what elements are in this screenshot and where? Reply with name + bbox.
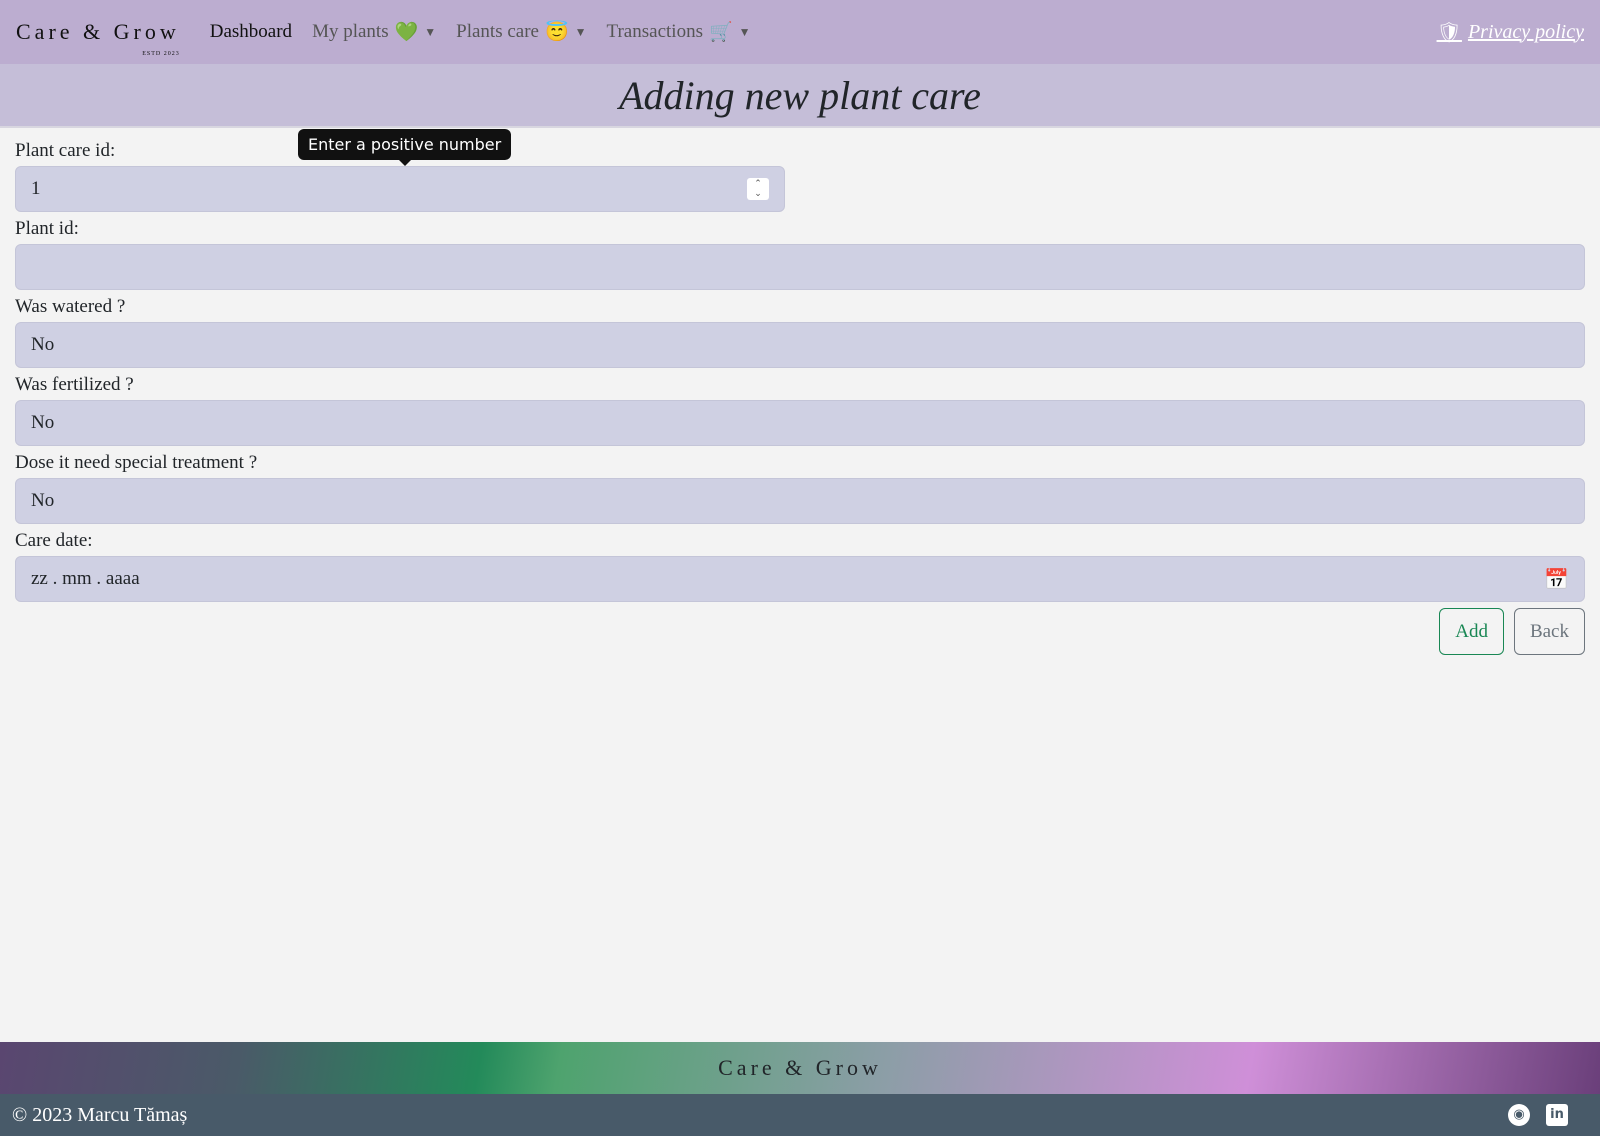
special-treatment-select[interactable]: No — [15, 478, 1585, 524]
caret-down-icon: ▼ — [424, 24, 437, 39]
special-treatment-label: Dose it need special treatment ? — [15, 452, 258, 473]
care-date-label: Care date: — [15, 530, 93, 551]
fertilized-select[interactable]: No — [15, 400, 1585, 446]
calendar-icon[interactable]: 📅 — [1544, 567, 1569, 592]
footer-brand: Care & Grow — [718, 1055, 882, 1080]
tooltip: Enter a positive number — [298, 129, 512, 166]
copyright: © 2023 Marcu Tămaș — [12, 1103, 188, 1126]
caret-down-icon: ▼ — [738, 24, 751, 39]
plant-care-form: Plant care id: 1 Enter a positive number… — [0, 128, 1600, 655]
nav-label: My plants — [312, 21, 389, 42]
brand-sub: ESTD 2023 — [142, 51, 180, 57]
plant-id-input[interactable] — [15, 244, 1585, 290]
fertilized-label: Was fertilized ? — [15, 374, 134, 395]
nav-label: Plants care — [456, 21, 539, 42]
footer-banner: Care & Grow — [0, 1042, 1600, 1094]
plant-id-label: Plant id: — [15, 218, 79, 239]
watered-select[interactable]: No — [15, 322, 1585, 368]
heart-icon: 💚 — [394, 22, 419, 43]
fertilized-value: No — [31, 412, 55, 433]
nav-transactions[interactable]: Transactions 🛒 ▼ — [607, 20, 751, 44]
linkedin-icon[interactable]: in — [1546, 1104, 1568, 1126]
caret-down-icon: ▼ — [574, 24, 587, 39]
cart-icon: 🛒 — [708, 22, 733, 43]
back-button[interactable]: Back — [1513, 608, 1585, 655]
care-date-placeholder: zz . mm . aaaa — [31, 568, 140, 589]
nav-label: Dashboard — [209, 21, 293, 42]
nav-plants-care[interactable]: Plants care 😇 ▼ — [456, 20, 586, 44]
privacy-label: Privacy policy — [1467, 20, 1584, 43]
angel-icon: 😇 — [544, 22, 569, 43]
plant-care-id-value: 1 — [31, 178, 41, 199]
spinner-icon[interactable]: ⌃ ⌄ — [747, 178, 769, 200]
brand-logo[interactable]: Care & Grow ESTD 2023 — [16, 19, 180, 57]
add-button[interactable]: Add — [1439, 608, 1504, 655]
shield-icon: 🛡 — [1436, 21, 1462, 44]
footer: © 2023 Marcu Tămaș ◉ in — [0, 1094, 1600, 1136]
github-icon[interactable]: ◉ — [1508, 1104, 1530, 1126]
brand-text: Care & Grow — [16, 19, 180, 44]
nav-label: Transactions — [606, 21, 703, 42]
watered-value: No — [31, 334, 55, 355]
nav-dashboard[interactable]: Dashboard — [210, 21, 292, 43]
plant-care-id-label: Plant care id: — [15, 140, 116, 161]
privacy-policy-link[interactable]: 🛡 Privacy policy — [1437, 20, 1584, 45]
plant-care-id-input[interactable]: 1 Enter a positive number ⌃ ⌄ — [15, 129, 785, 212]
special-treatment-value: No — [31, 490, 55, 511]
nav-my-plants[interactable]: My plants 💚 ▼ — [312, 20, 436, 44]
watered-label: Was watered ? — [15, 296, 126, 317]
navbar: Care & Grow ESTD 2023 Dashboard My plants… — [0, 0, 1600, 64]
page-title: Adding new plant care — [0, 64, 1600, 128]
care-date-input[interactable]: zz . mm . aaaa 📅 — [15, 556, 1585, 602]
